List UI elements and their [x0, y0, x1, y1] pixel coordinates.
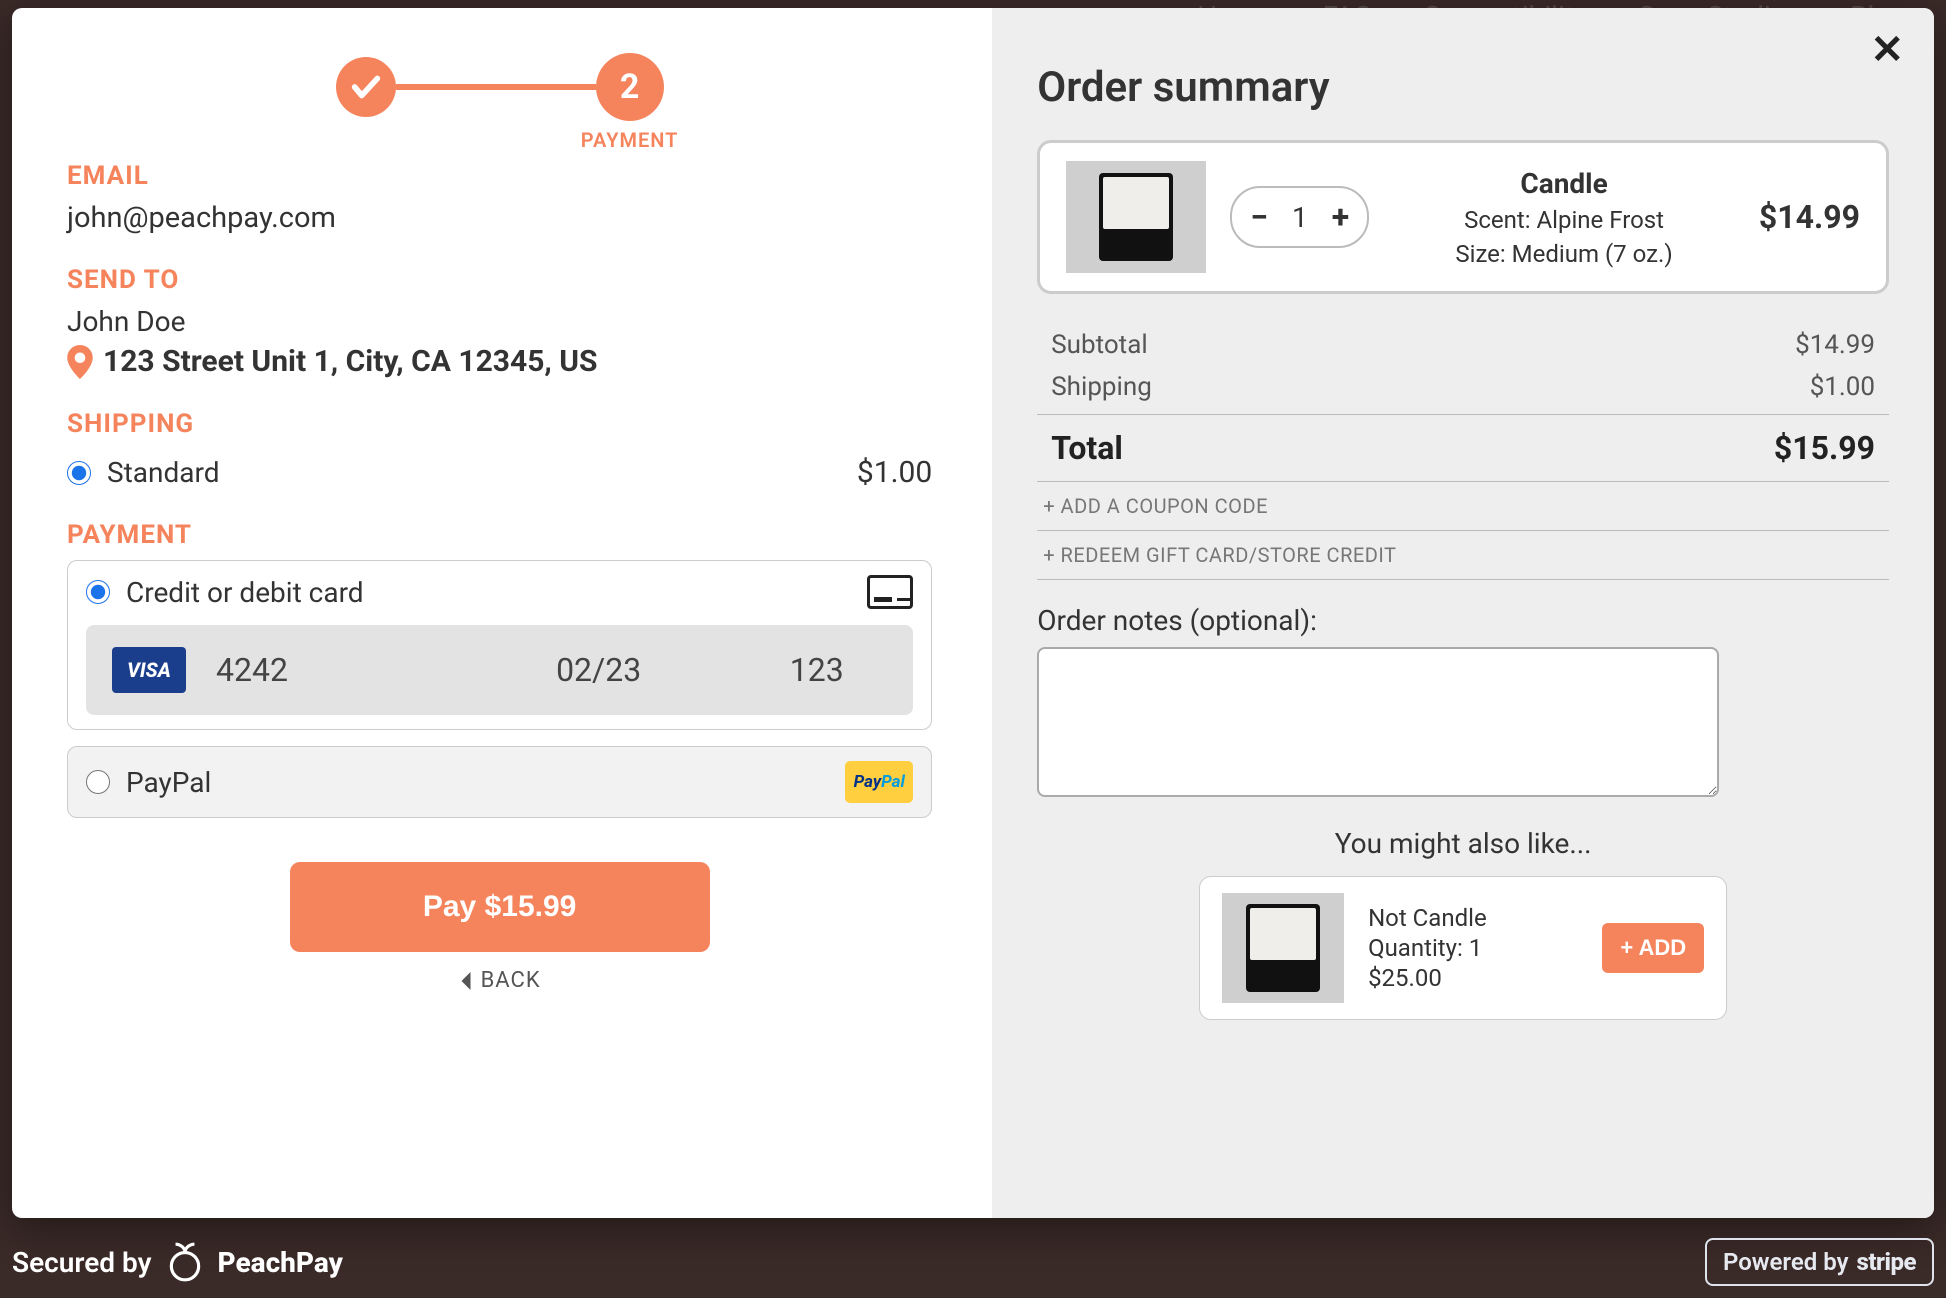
- upsell-add-button[interactable]: + ADD: [1602, 923, 1704, 973]
- paypal-icon: PayPal: [845, 761, 913, 803]
- qty-increment-button[interactable]: +: [1332, 198, 1349, 236]
- order-notes-label: Order notes (optional):: [1037, 604, 1889, 637]
- qty-decrement-button[interactable]: −: [1250, 198, 1268, 236]
- email-section-label: EMAIL: [67, 161, 932, 191]
- cart-item-name: Candle: [1393, 167, 1735, 200]
- card-expiry-field[interactable]: 02/23: [481, 651, 716, 689]
- order-summary-title: Order summary: [1037, 63, 1889, 112]
- chevron-left-icon: [459, 972, 473, 990]
- subtotal-label: Subtotal: [1051, 330, 1795, 360]
- total-row: Total $15.99: [1037, 414, 1889, 481]
- stripe-wordmark: stripe: [1857, 1248, 1916, 1276]
- secured-by-brand: Secured by PeachPay: [12, 1241, 343, 1283]
- qty-value: 1: [1292, 201, 1308, 234]
- total-value: $15.99: [1774, 429, 1875, 467]
- shipping-option-price: $1.00: [857, 455, 932, 490]
- payment-option-card[interactable]: Credit or debit card VISA 4242 02/23 123: [67, 560, 932, 730]
- payment-radio-card[interactable]: [86, 580, 110, 604]
- card-input-row[interactable]: VISA 4242 02/23 123: [86, 625, 913, 715]
- step-1-complete: [336, 57, 396, 117]
- cart-item-thumbnail: [1066, 161, 1206, 273]
- payment-option-paypal[interactable]: PayPal PayPal: [67, 746, 932, 818]
- upsell-name: Not Candle: [1368, 904, 1578, 932]
- shipping-section-label: SHIPPING: [67, 409, 932, 439]
- stripe-prefix: Powered by: [1723, 1248, 1849, 1276]
- cart-item-attr-scent: Scent: Alpine Frost: [1393, 206, 1735, 234]
- cart-item-attr-size: Size: Medium (7 oz.): [1393, 240, 1735, 268]
- payment-section-label: PAYMENT: [67, 520, 932, 550]
- upsell-qty: Quantity: 1: [1368, 934, 1578, 962]
- step-2-number: 2: [620, 67, 640, 107]
- step-2-current: 2 PAYMENT: [596, 53, 664, 121]
- peachpay-logo-icon: [164, 1241, 206, 1283]
- checkout-left-panel: 2 PAYMENT EMAIL john@peachpay.com SEND T…: [12, 8, 992, 1218]
- back-button[interactable]: BACK: [459, 968, 541, 993]
- address-row: 123 Street Unit 1, City, CA 12345, US: [67, 344, 932, 379]
- payment-radio-paypal[interactable]: [86, 770, 110, 794]
- upsell-thumbnail: [1222, 893, 1344, 1003]
- recipient-address: 123 Street Unit 1, City, CA 12345, US: [103, 344, 598, 379]
- payment-paypal-label: PayPal: [126, 766, 211, 799]
- add-coupon-link[interactable]: + ADD A COUPON CODE: [1037, 481, 1889, 530]
- card-number-field[interactable]: 4242: [216, 651, 451, 689]
- step-connector: [396, 84, 596, 90]
- shipping-radio-standard[interactable]: [67, 461, 91, 485]
- visa-badge: VISA: [112, 647, 186, 693]
- email-value: john@peachpay.com: [67, 201, 932, 235]
- upsell-title: You might also like...: [1037, 827, 1889, 860]
- checkout-stepper: 2 PAYMENT: [67, 53, 932, 121]
- sendto-section-label: SEND TO: [67, 265, 932, 295]
- powered-by-stripe-badge: Powered by stripe: [1705, 1238, 1934, 1286]
- order-notes-textarea[interactable]: [1037, 647, 1718, 797]
- card-cvv-field[interactable]: 123: [746, 651, 887, 689]
- shipping-sum-label: Shipping: [1051, 372, 1809, 402]
- quantity-stepper: − 1 +: [1230, 186, 1369, 248]
- upsell-card: Not Candle Quantity: 1 $25.00 + ADD: [1199, 876, 1727, 1020]
- total-label: Total: [1051, 429, 1774, 467]
- cart-item: − 1 + Candle Scent: Alpine Frost Size: M…: [1037, 140, 1889, 294]
- recipient-name: John Doe: [67, 305, 932, 338]
- subtotal-row: Subtotal $14.99: [1037, 324, 1889, 366]
- upsell-price: $25.00: [1368, 964, 1578, 992]
- subtotal-value: $14.99: [1795, 330, 1875, 360]
- credit-card-icon: [867, 575, 913, 609]
- peachpay-wordmark: PeachPay: [218, 1246, 343, 1279]
- shipping-sum-value: $1.00: [1810, 372, 1875, 402]
- shipping-option-label: Standard: [107, 456, 220, 489]
- step-2-label: PAYMENT: [581, 128, 679, 152]
- order-summary-panel: ✕ Order summary − 1 + Candle Scent: Alpi…: [992, 8, 1934, 1218]
- footer-bar: Secured by PeachPay Powered by stripe: [12, 1238, 1934, 1286]
- close-button[interactable]: ✕: [1870, 30, 1904, 70]
- location-pin-icon: [67, 345, 93, 379]
- checkmark-icon: [349, 70, 383, 104]
- shipping-row: Shipping $1.00: [1037, 366, 1889, 408]
- back-label: BACK: [481, 968, 541, 993]
- checkout-modal: 2 PAYMENT EMAIL john@peachpay.com SEND T…: [12, 8, 1934, 1218]
- redeem-giftcard-link[interactable]: + REDEEM GIFT CARD/STORE CREDIT: [1037, 530, 1889, 580]
- pay-button[interactable]: Pay $15.99: [290, 862, 710, 952]
- payment-card-label: Credit or debit card: [126, 576, 364, 609]
- cart-item-price: $14.99: [1759, 198, 1860, 236]
- secured-by-label: Secured by: [12, 1246, 152, 1279]
- shipping-option-standard[interactable]: Standard $1.00: [67, 455, 932, 490]
